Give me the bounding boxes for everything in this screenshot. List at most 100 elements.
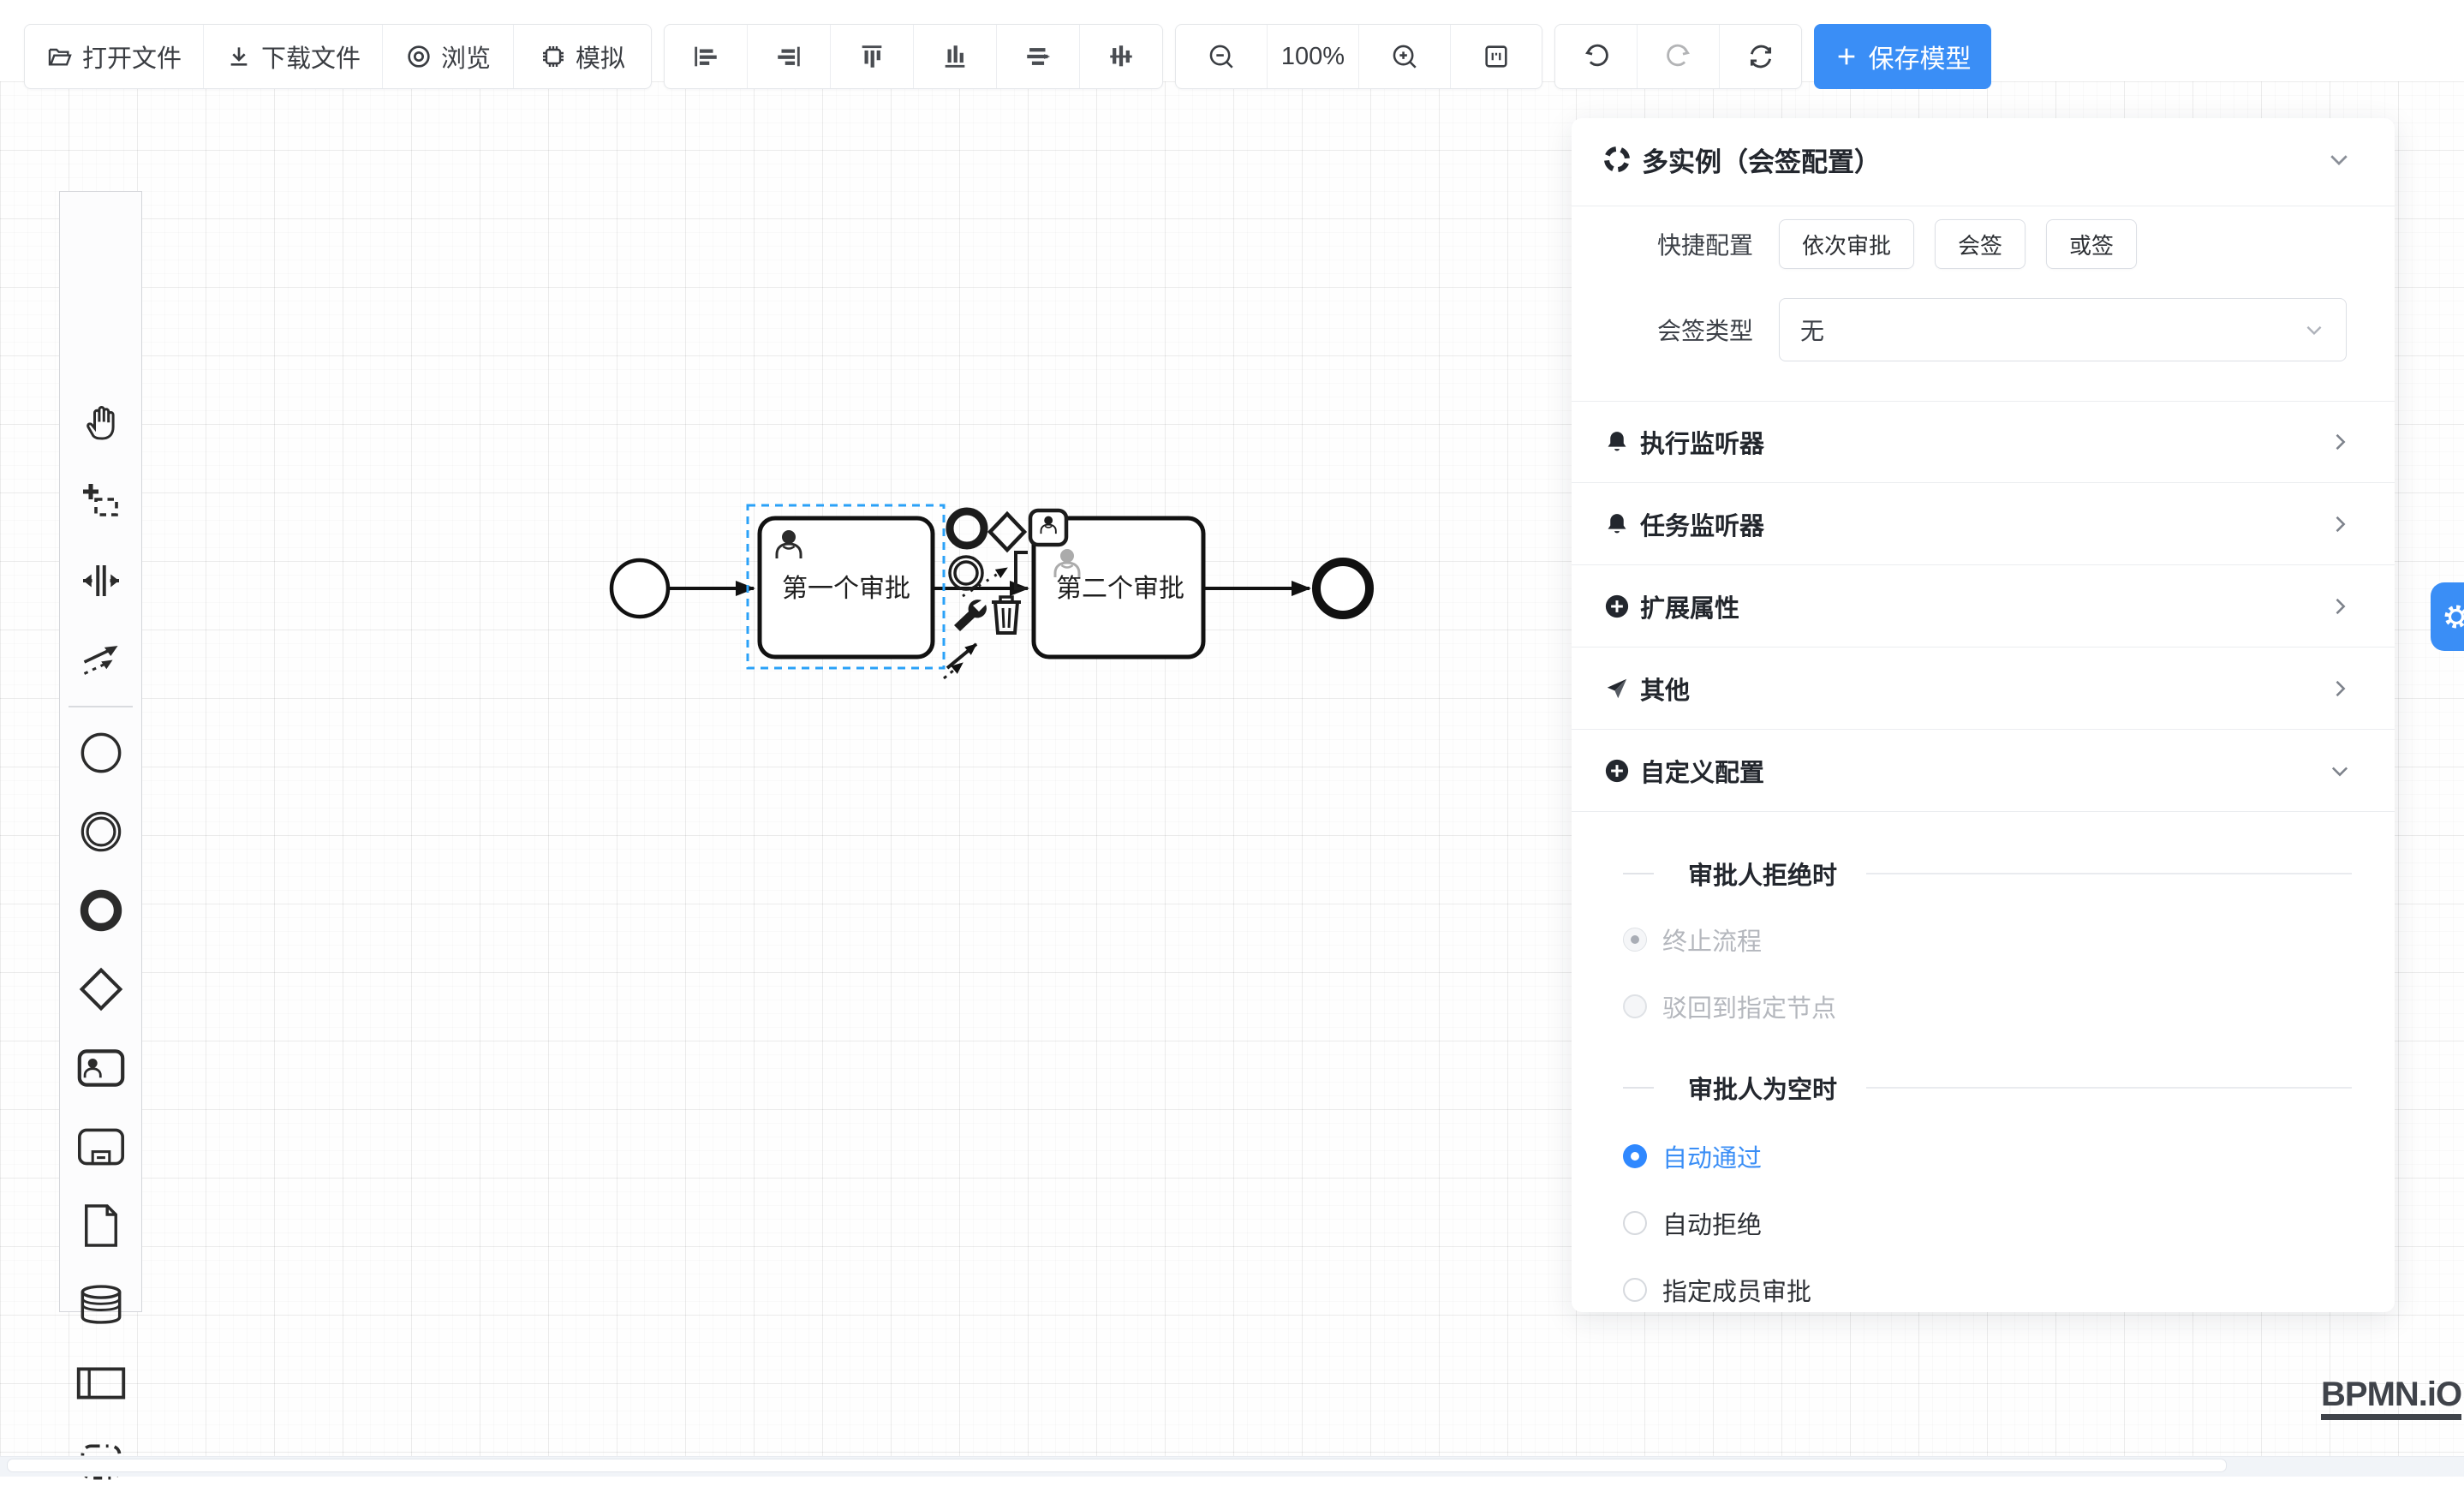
task-label: 第二个审批	[1056, 575, 1184, 603]
create-intermediate-event[interactable]	[60, 802, 141, 862]
chevron-down-icon	[2303, 319, 2325, 341]
task-label: 第一个审批	[782, 575, 910, 603]
append-text-annotation-icon[interactable]	[1016, 552, 1028, 588]
section-custom-config[interactable]: 自定义配置	[1572, 730, 2395, 812]
create-participant[interactable]	[60, 1353, 141, 1413]
panel-header[interactable]: 多实例（会签配置）	[1572, 132, 2395, 187]
scrollbar-thumb[interactable]	[7, 1459, 2227, 1472]
zoom-level[interactable]: 100%	[1268, 25, 1359, 88]
hand-icon	[81, 403, 122, 444]
simulate-button[interactable]: 模拟	[514, 25, 651, 88]
restart-icon	[1746, 42, 1775, 71]
undo-icon	[1582, 42, 1611, 71]
zoom-level-value: 100%	[1281, 43, 1345, 71]
create-end-event[interactable]	[60, 880, 141, 940]
zoom-button-group: 100%	[1175, 24, 1542, 89]
create-gateway[interactable]	[60, 959, 141, 1019]
align-center-vertical-button[interactable]	[1080, 25, 1162, 88]
annotation-link	[963, 568, 1007, 596]
create-data-store[interactable]	[60, 1274, 141, 1334]
undo-button[interactable]	[1555, 25, 1638, 88]
start-event-icon	[79, 731, 123, 775]
redo-button[interactable]	[1638, 25, 1720, 88]
section-label: 其他	[1640, 671, 1690, 707]
sign-type-value: 无	[1800, 313, 1824, 347]
empty-when-title: 审批人为空时	[1688, 1070, 1837, 1106]
section-execution-listener[interactable]: 执行监听器	[1572, 401, 2395, 483]
data-object-icon	[81, 1203, 121, 1248]
zoom-out-button[interactable]	[1176, 25, 1268, 88]
gateway-icon	[79, 967, 123, 1012]
gear-icon	[2441, 601, 2464, 632]
global-connect-tool[interactable]	[60, 630, 141, 689]
start-event-node[interactable]	[612, 560, 668, 617]
settings-tab[interactable]	[2431, 582, 2464, 651]
create-user-task[interactable]	[60, 1038, 141, 1098]
preview-label: 浏览	[441, 39, 491, 75]
task-node-1[interactable]: 第一个审批	[760, 518, 933, 657]
section-task-listener[interactable]: 任务监听器	[1572, 483, 2395, 565]
fit-viewport-button[interactable]	[1451, 25, 1542, 88]
create-start-event[interactable]	[60, 723, 141, 783]
radio-icon	[1623, 1211, 1647, 1235]
create-subprocess[interactable]	[60, 1117, 141, 1177]
sign-type-select[interactable]: 无	[1779, 298, 2347, 361]
zoom-out-icon	[1207, 42, 1236, 71]
bell-icon	[1604, 429, 1630, 455]
lasso-tool[interactable]	[60, 472, 141, 532]
chevron-down-icon	[2328, 759, 2352, 783]
append-user-task-icon[interactable]	[1030, 510, 1066, 545]
end-event-node[interactable]	[1316, 562, 1369, 615]
chevron-down-icon[interactable]	[2326, 146, 2352, 172]
radio-assign-member[interactable]: 指定成员审批	[1572, 1273, 2395, 1307]
data-store-icon	[79, 1284, 123, 1325]
multi-instance-icon	[1602, 145, 1632, 174]
download-file-button[interactable]: 下载文件	[204, 25, 383, 88]
align-left-button[interactable]	[665, 25, 748, 88]
radio-auto-pass[interactable]: 自动通过	[1572, 1139, 2395, 1173]
panel-title: 多实例（会签配置）	[1642, 140, 1881, 179]
properties-panel: 多实例（会签配置） 快捷配置 依次审批 会签 或签 会签类型 无 执行监听器	[1572, 118, 2395, 1312]
align-center-vertical-icon	[1107, 42, 1136, 71]
radio-label: 自动拒绝	[1662, 1205, 1762, 1241]
radio-auto-reject[interactable]: 自动拒绝	[1572, 1206, 2395, 1240]
quick-config-option-sequential[interactable]: 依次审批	[1779, 219, 1914, 269]
create-data-object[interactable]	[60, 1196, 141, 1256]
title-line	[1866, 873, 2352, 874]
open-file-label: 打开文件	[82, 39, 182, 75]
change-type-icon[interactable]	[954, 600, 987, 631]
fit-viewport-icon	[1482, 42, 1511, 71]
preview-button[interactable]: 浏览	[383, 25, 514, 88]
align-center-horizontal-button[interactable]	[997, 25, 1080, 88]
space-tool[interactable]	[60, 551, 141, 611]
section-label: 扩展属性	[1640, 588, 1739, 624]
quick-config-option-orsign[interactable]: 或签	[2046, 219, 2137, 269]
user-task-icon	[77, 1048, 125, 1088]
sign-type-row: 会签类型 无	[1572, 299, 2395, 361]
save-model-button[interactable]: 保存模型	[1814, 24, 1991, 89]
horizontal-scrollbar[interactable]	[0, 1456, 2464, 1477]
hand-tool[interactable]	[60, 393, 141, 453]
restart-button[interactable]	[1720, 25, 1801, 88]
bell-icon	[1604, 511, 1630, 537]
participant-icon	[76, 1365, 126, 1401]
delete-icon[interactable]	[992, 597, 1021, 633]
align-top-button[interactable]	[831, 25, 914, 88]
append-end-event-icon[interactable]	[950, 511, 984, 546]
plus-circle-icon	[1604, 758, 1630, 784]
align-right-button[interactable]	[748, 25, 831, 88]
section-extension-properties[interactable]: 扩展属性	[1572, 565, 2395, 648]
section-others[interactable]: 其他	[1572, 648, 2395, 730]
connect-icon[interactable]	[944, 644, 976, 678]
radio-return-to-node[interactable]: 驳回到指定节点	[1572, 989, 2395, 1024]
title-line	[1866, 1087, 2352, 1089]
radio-icon	[1623, 1144, 1647, 1168]
zoom-in-button[interactable]	[1359, 25, 1451, 88]
palette	[59, 191, 142, 1312]
quick-config-option-countersign[interactable]: 会签	[1935, 219, 2025, 269]
align-bottom-button[interactable]	[914, 25, 997, 88]
open-file-button[interactable]: 打开文件	[25, 25, 204, 88]
radio-terminate-process[interactable]: 终止流程	[1572, 922, 2395, 957]
append-gateway-icon[interactable]	[990, 514, 1024, 550]
chevron-right-icon	[2328, 677, 2352, 701]
